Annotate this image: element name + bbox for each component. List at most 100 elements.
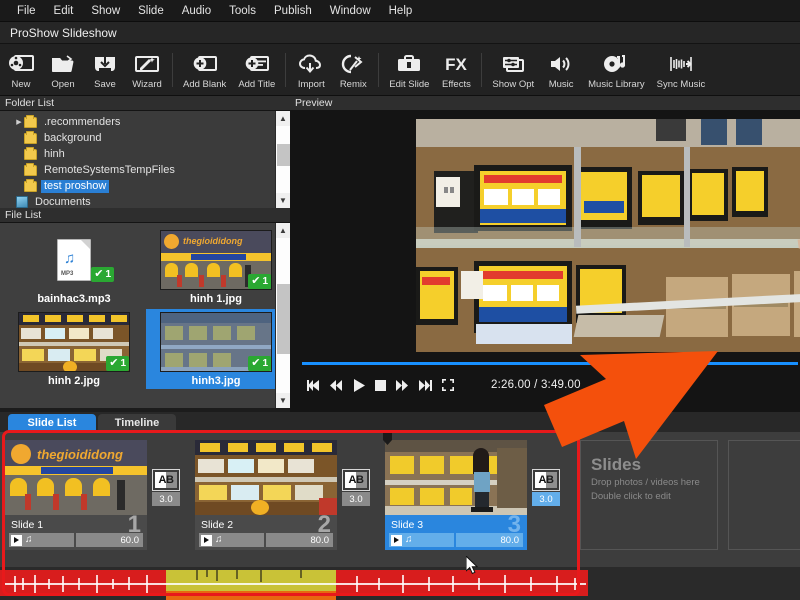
folder-label: hinh bbox=[41, 148, 68, 161]
menu-item-show[interactable]: Show bbox=[82, 3, 129, 19]
mouse-cursor bbox=[466, 556, 479, 580]
tab-slide-list[interactable]: Slide List bbox=[8, 414, 96, 432]
transition-ab-icon[interactable]: AB bbox=[153, 470, 179, 490]
toolbar-button-wizard[interactable]: Wizard bbox=[126, 45, 168, 95]
transition-marker-1[interactable]: AB 3.0 bbox=[152, 470, 180, 506]
folder-row-test-proshow[interactable]: test proshow bbox=[0, 178, 290, 194]
slide-item-2[interactable]: Slide 2 2 ♫ 80.0 bbox=[195, 440, 337, 550]
scroll-track[interactable] bbox=[276, 238, 291, 393]
slides-dropzone-empty[interactable] bbox=[728, 440, 800, 550]
waveform-dark-spike bbox=[236, 570, 238, 579]
slide-play-icon[interactable] bbox=[11, 535, 22, 546]
skip-to-start-button[interactable] bbox=[302, 380, 325, 391]
toolbar-button-remix[interactable]: Remix bbox=[332, 45, 374, 95]
toolbar-button-new[interactable]: New bbox=[0, 45, 42, 95]
folder-row-hinh[interactable]: hinh bbox=[0, 146, 290, 162]
slide-play-controls[interactable]: ♫ bbox=[9, 533, 74, 547]
scroll-down-icon[interactable]: ▼ bbox=[276, 393, 291, 408]
scroll-up-icon[interactable]: ▲ bbox=[276, 111, 291, 126]
menu-item-edit[interactable]: Edit bbox=[45, 3, 83, 19]
folder-row-remotesystemstempfiles[interactable]: RemoteSystemsTempFiles bbox=[0, 162, 290, 178]
slide-item-3[interactable]: Slide 3 3 ♫ 80.0 bbox=[385, 440, 527, 550]
audio-waveform-track[interactable] bbox=[0, 567, 800, 600]
file-list-body[interactable]: ♫ MP3 ✔ 1 bainhac3.mp3 thegioididong bbox=[0, 223, 290, 408]
slide-audio-note-icon[interactable]: ♫ bbox=[215, 535, 223, 545]
sync-music-icon bbox=[668, 51, 694, 77]
toolbar-button-save[interactable]: Save bbox=[84, 45, 126, 95]
chevron-right-icon[interactable]: ▶ bbox=[14, 118, 24, 126]
menu-item-slide[interactable]: Slide bbox=[129, 3, 173, 19]
slide-item-1[interactable]: thegioididong Slide 1 1 ♫ bbox=[5, 440, 147, 550]
transition-duration[interactable]: 3.0 bbox=[152, 492, 180, 506]
folder-icon bbox=[24, 117, 37, 128]
file-name: hinh 2.jpg bbox=[48, 375, 100, 387]
file-item-hinh1[interactable]: thegioididong ✔ bbox=[146, 227, 286, 307]
toolbar-button-edit-slide[interactable]: Edit Slide bbox=[383, 45, 435, 95]
waveform-spike bbox=[96, 575, 98, 593]
toolbar-button-music-library[interactable]: Music Library bbox=[582, 45, 651, 95]
slide-audio-note-icon[interactable]: ♫ bbox=[25, 535, 33, 545]
scroll-down-icon[interactable]: ▼ bbox=[276, 193, 291, 208]
folder-row-background[interactable]: background bbox=[0, 130, 290, 146]
slide-play-icon[interactable] bbox=[391, 535, 402, 546]
toolbar-button-add-title[interactable]: Add Title bbox=[232, 45, 281, 95]
stop-button[interactable] bbox=[370, 380, 391, 391]
folder-list-scrollbar[interactable]: ▲ ▼ bbox=[275, 111, 290, 208]
fullscreen-button[interactable] bbox=[437, 379, 459, 391]
waveform-spike bbox=[128, 577, 130, 590]
fast-forward-button[interactable] bbox=[391, 380, 414, 391]
file-list-scrollbar[interactable]: ▲ ▼ bbox=[275, 223, 290, 408]
scroll-thumb[interactable] bbox=[277, 144, 290, 166]
transition-duration[interactable]: 3.0 bbox=[532, 492, 560, 506]
playhead-marker[interactable] bbox=[383, 432, 392, 444]
waveform-spike bbox=[48, 579, 50, 589]
slide-audio-note-icon[interactable]: ♫ bbox=[405, 535, 413, 545]
file-item-hinh3-selected[interactable]: ✔ 1 hinh3.jpg bbox=[146, 309, 286, 389]
transition-marker-3[interactable]: AB 3.0 bbox=[532, 470, 560, 506]
skip-to-end-button[interactable] bbox=[414, 380, 437, 391]
slide-play-icon[interactable] bbox=[201, 535, 212, 546]
transition-duration[interactable]: 3.0 bbox=[342, 492, 370, 506]
waveform-spike bbox=[530, 577, 532, 591]
folder-list-body[interactable]: ▶ .recommenders background hinh RemoteSy… bbox=[0, 111, 290, 208]
toolbar-button-import[interactable]: Import bbox=[290, 45, 332, 95]
preview-scrub-bar[interactable] bbox=[302, 362, 798, 365]
slide-duration-field[interactable]: 80.0 bbox=[266, 533, 333, 547]
play-button[interactable] bbox=[348, 379, 370, 392]
slide-duration-field[interactable]: 80.0 bbox=[456, 533, 523, 547]
menu-item-publish[interactable]: Publish bbox=[265, 3, 321, 19]
toolbar-button-open[interactable]: Open bbox=[42, 45, 84, 95]
scroll-thumb[interactable] bbox=[277, 284, 290, 354]
tab-timeline[interactable]: Timeline bbox=[98, 414, 176, 432]
menu-item-file[interactable]: File bbox=[8, 3, 45, 19]
toolbar-button-music[interactable]: Music bbox=[540, 45, 582, 95]
transition-marker-2[interactable]: AB 3.0 bbox=[342, 470, 370, 506]
scroll-track[interactable] bbox=[276, 126, 291, 193]
toolbar-button-add-blank[interactable]: Add Blank bbox=[177, 45, 232, 95]
file-item-hinh2[interactable]: ✔ 1 hinh 2.jpg bbox=[4, 309, 144, 389]
transition-ab-icon[interactable]: AB bbox=[533, 470, 559, 490]
preview-stage bbox=[290, 119, 800, 352]
slide-play-controls[interactable]: ♫ bbox=[199, 533, 264, 547]
new-show-icon bbox=[8, 51, 34, 77]
transition-ab-icon[interactable]: AB bbox=[343, 470, 369, 490]
slide-list-panel[interactable]: thegioididong Slide 1 1 ♫ bbox=[0, 432, 800, 567]
folder-icon bbox=[24, 165, 37, 176]
slides-dropzone[interactable]: Slides Drop photos / videos here Double … bbox=[580, 440, 718, 550]
folder-row-recommenders[interactable]: ▶ .recommenders bbox=[0, 114, 290, 130]
menu-item-tools[interactable]: Tools bbox=[220, 3, 265, 19]
toolbar-button-sync-music[interactable]: Sync Music bbox=[651, 45, 712, 95]
rewind-button[interactable] bbox=[325, 380, 348, 391]
menu-item-window[interactable]: Window bbox=[321, 3, 380, 19]
folder-row-documents[interactable]: Documents bbox=[0, 194, 290, 208]
slide-play-controls[interactable]: ♫ bbox=[389, 533, 454, 547]
slide-thumbnail bbox=[385, 440, 527, 515]
toolbar-button-show-opt[interactable]: Show Opt bbox=[486, 45, 540, 95]
toolbar-label-wizard: Wizard bbox=[132, 79, 162, 90]
menu-item-help[interactable]: Help bbox=[380, 3, 422, 19]
file-item-bainhac3[interactable]: ♫ MP3 ✔ 1 bainhac3.mp3 bbox=[4, 227, 144, 307]
scroll-up-icon[interactable]: ▲ bbox=[276, 223, 291, 238]
toolbar-button-effects[interactable]: FX Effects bbox=[435, 45, 477, 95]
menu-item-audio[interactable]: Audio bbox=[173, 3, 220, 19]
slide-duration-field[interactable]: 60.0 bbox=[76, 533, 143, 547]
